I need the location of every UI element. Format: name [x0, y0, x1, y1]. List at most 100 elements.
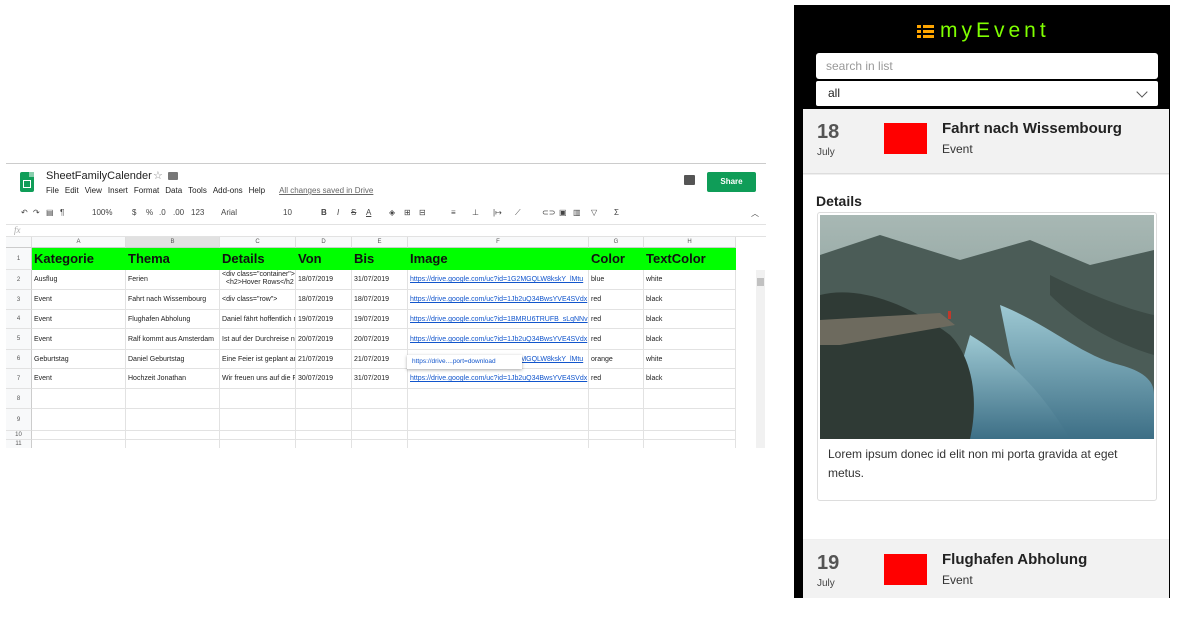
table-cell[interactable]: red [589, 329, 644, 350]
currency-button[interactable]: $ [132, 208, 136, 217]
table-cell[interactable]: Kategorie [32, 248, 126, 270]
table-cell[interactable]: black [644, 369, 736, 389]
table-cell[interactable]: 30/07/2019 [296, 369, 352, 389]
table-cell[interactable]: red [589, 290, 644, 310]
bold-icon[interactable]: B [321, 208, 327, 217]
table-cell[interactable] [352, 440, 408, 448]
save-status-link[interactable]: All changes saved in Drive [279, 186, 373, 195]
table-cell[interactable] [408, 389, 589, 409]
menu-edit[interactable]: Edit [65, 186, 79, 195]
search-input[interactable] [816, 53, 1158, 79]
column-header[interactable]: E [352, 237, 408, 248]
table-cell[interactable]: Ist auf der Durchreise nach [220, 329, 296, 350]
table-cell[interactable] [126, 440, 220, 448]
table-cell[interactable]: white [644, 350, 736, 369]
vertical-scrollbar[interactable] [756, 270, 765, 448]
table-cell[interactable] [126, 389, 220, 409]
table-cell[interactable]: Von [296, 248, 352, 270]
table-cell[interactable]: red [589, 310, 644, 329]
table-cell[interactable]: Color [589, 248, 644, 270]
table-cell[interactable]: <div class="row"> [220, 290, 296, 310]
table-cell[interactable] [408, 409, 589, 431]
number-format-select[interactable]: 123 [191, 208, 204, 217]
menu-addons[interactable]: Add-ons [213, 186, 243, 195]
row-header[interactable]: 7 [6, 369, 32, 389]
table-cell[interactable] [220, 431, 296, 440]
table-cell[interactable] [220, 440, 296, 448]
table-cell[interactable]: https://drive.google.com/uc?id=1Jb2uQ34B… [408, 290, 589, 310]
table-cell[interactable]: https://drive.google.com/uc?id=1Jb2uQ34B… [408, 369, 589, 389]
table-cell[interactable]: 20/07/2019 [352, 329, 408, 350]
table-cell[interactable]: Daniel fährt hoffentlich mit [220, 310, 296, 329]
comment-icon[interactable] [684, 175, 695, 185]
table-cell[interactable] [408, 431, 589, 440]
table-cell[interactable]: Hochzeit Jonathan [126, 369, 220, 389]
column-header[interactable]: B [126, 237, 220, 248]
select-all-corner[interactable] [6, 237, 32, 248]
table-cell[interactable]: 18/07/2019 [352, 290, 408, 310]
table-cell[interactable] [644, 431, 736, 440]
table-cell[interactable] [220, 409, 296, 431]
table-cell[interactable]: blue [589, 270, 644, 290]
table-cell[interactable]: white [644, 270, 736, 290]
scrollbar-thumb[interactable] [757, 278, 764, 286]
vertical-align-icon[interactable]: ⊥ [472, 208, 479, 217]
table-cell[interactable] [126, 409, 220, 431]
fill-color-icon[interactable]: ◈ [389, 208, 395, 217]
table-cell[interactable]: 21/07/2019 [352, 350, 408, 369]
menu-insert[interactable]: Insert [108, 186, 128, 195]
row-header[interactable]: 4 [6, 310, 32, 329]
table-cell[interactable]: Event [32, 290, 126, 310]
table-cell[interactable]: Ferien [126, 270, 220, 290]
table-cell[interactable] [589, 409, 644, 431]
table-cell[interactable] [352, 409, 408, 431]
table-cell[interactable] [32, 409, 126, 431]
table-cell[interactable]: 21/07/2019 [296, 350, 352, 369]
insert-chart-icon[interactable]: ▥ [573, 208, 581, 217]
row-header[interactable]: 3 [6, 290, 32, 310]
table-cell[interactable] [32, 440, 126, 448]
row-header[interactable]: 11 [6, 440, 32, 448]
table-cell[interactable]: 31/07/2019 [352, 369, 408, 389]
link-tooltip[interactable]: https://drive....port=download [407, 355, 522, 369]
table-cell[interactable] [352, 431, 408, 440]
column-header[interactable]: G [589, 237, 644, 248]
table-cell[interactable]: 18/07/2019 [296, 270, 352, 290]
print-icon[interactable]: ▤ [46, 208, 54, 217]
column-header[interactable]: D [296, 237, 352, 248]
category-filter-select[interactable]: all [816, 81, 1158, 106]
table-cell[interactable]: Flughafen Abholung [126, 310, 220, 329]
table-cell[interactable]: 19/07/2019 [352, 310, 408, 329]
table-cell[interactable] [408, 440, 589, 448]
menu-data[interactable]: Data [165, 186, 182, 195]
borders-icon[interactable]: ⊞ [404, 208, 411, 217]
table-cell[interactable]: black [644, 329, 736, 350]
event-item[interactable]: 19 July Flughafen Abholung Event [803, 540, 1169, 598]
table-cell[interactable]: 18/07/2019 [296, 290, 352, 310]
column-header[interactable]: A [32, 237, 126, 248]
paint-format-icon[interactable]: ¶ [60, 208, 64, 217]
redo-icon[interactable]: ↷ [33, 208, 40, 217]
insert-comment-icon[interactable]: ▣ [559, 208, 567, 217]
table-cell[interactable]: Geburtstag [32, 350, 126, 369]
merge-cells-icon[interactable]: ⊟ [419, 208, 426, 217]
table-cell[interactable] [644, 389, 736, 409]
strikethrough-icon[interactable]: S [351, 208, 356, 217]
font-size-select[interactable]: 10 [283, 208, 292, 217]
table-cell[interactable]: https://drive.google.com/uc?id=1BMRU6TRU… [408, 310, 589, 329]
table-cell[interactable] [352, 389, 408, 409]
table-cell[interactable] [296, 409, 352, 431]
table-cell[interactable]: Ralf kommt aus Amsterdam [126, 329, 220, 350]
table-cell[interactable] [589, 389, 644, 409]
event-item[interactable]: 18 July Fahrt nach Wissembourg Event [803, 109, 1169, 174]
table-cell[interactable]: Bis [352, 248, 408, 270]
table-cell[interactable]: Daniel Geburtstag [126, 350, 220, 369]
table-cell[interactable] [644, 440, 736, 448]
event-list[interactable]: 18 July Fahrt nach Wissembourg Event Det… [803, 109, 1169, 598]
increase-decimal-button[interactable]: .00 [173, 208, 184, 217]
document-title[interactable]: SheetFamilyCalender [46, 170, 152, 182]
table-cell[interactable]: Details [220, 248, 296, 270]
link-icon[interactable]: ⊂⊃ [542, 208, 555, 217]
zoom-select[interactable]: 100% [92, 208, 112, 217]
table-cell[interactable] [296, 431, 352, 440]
